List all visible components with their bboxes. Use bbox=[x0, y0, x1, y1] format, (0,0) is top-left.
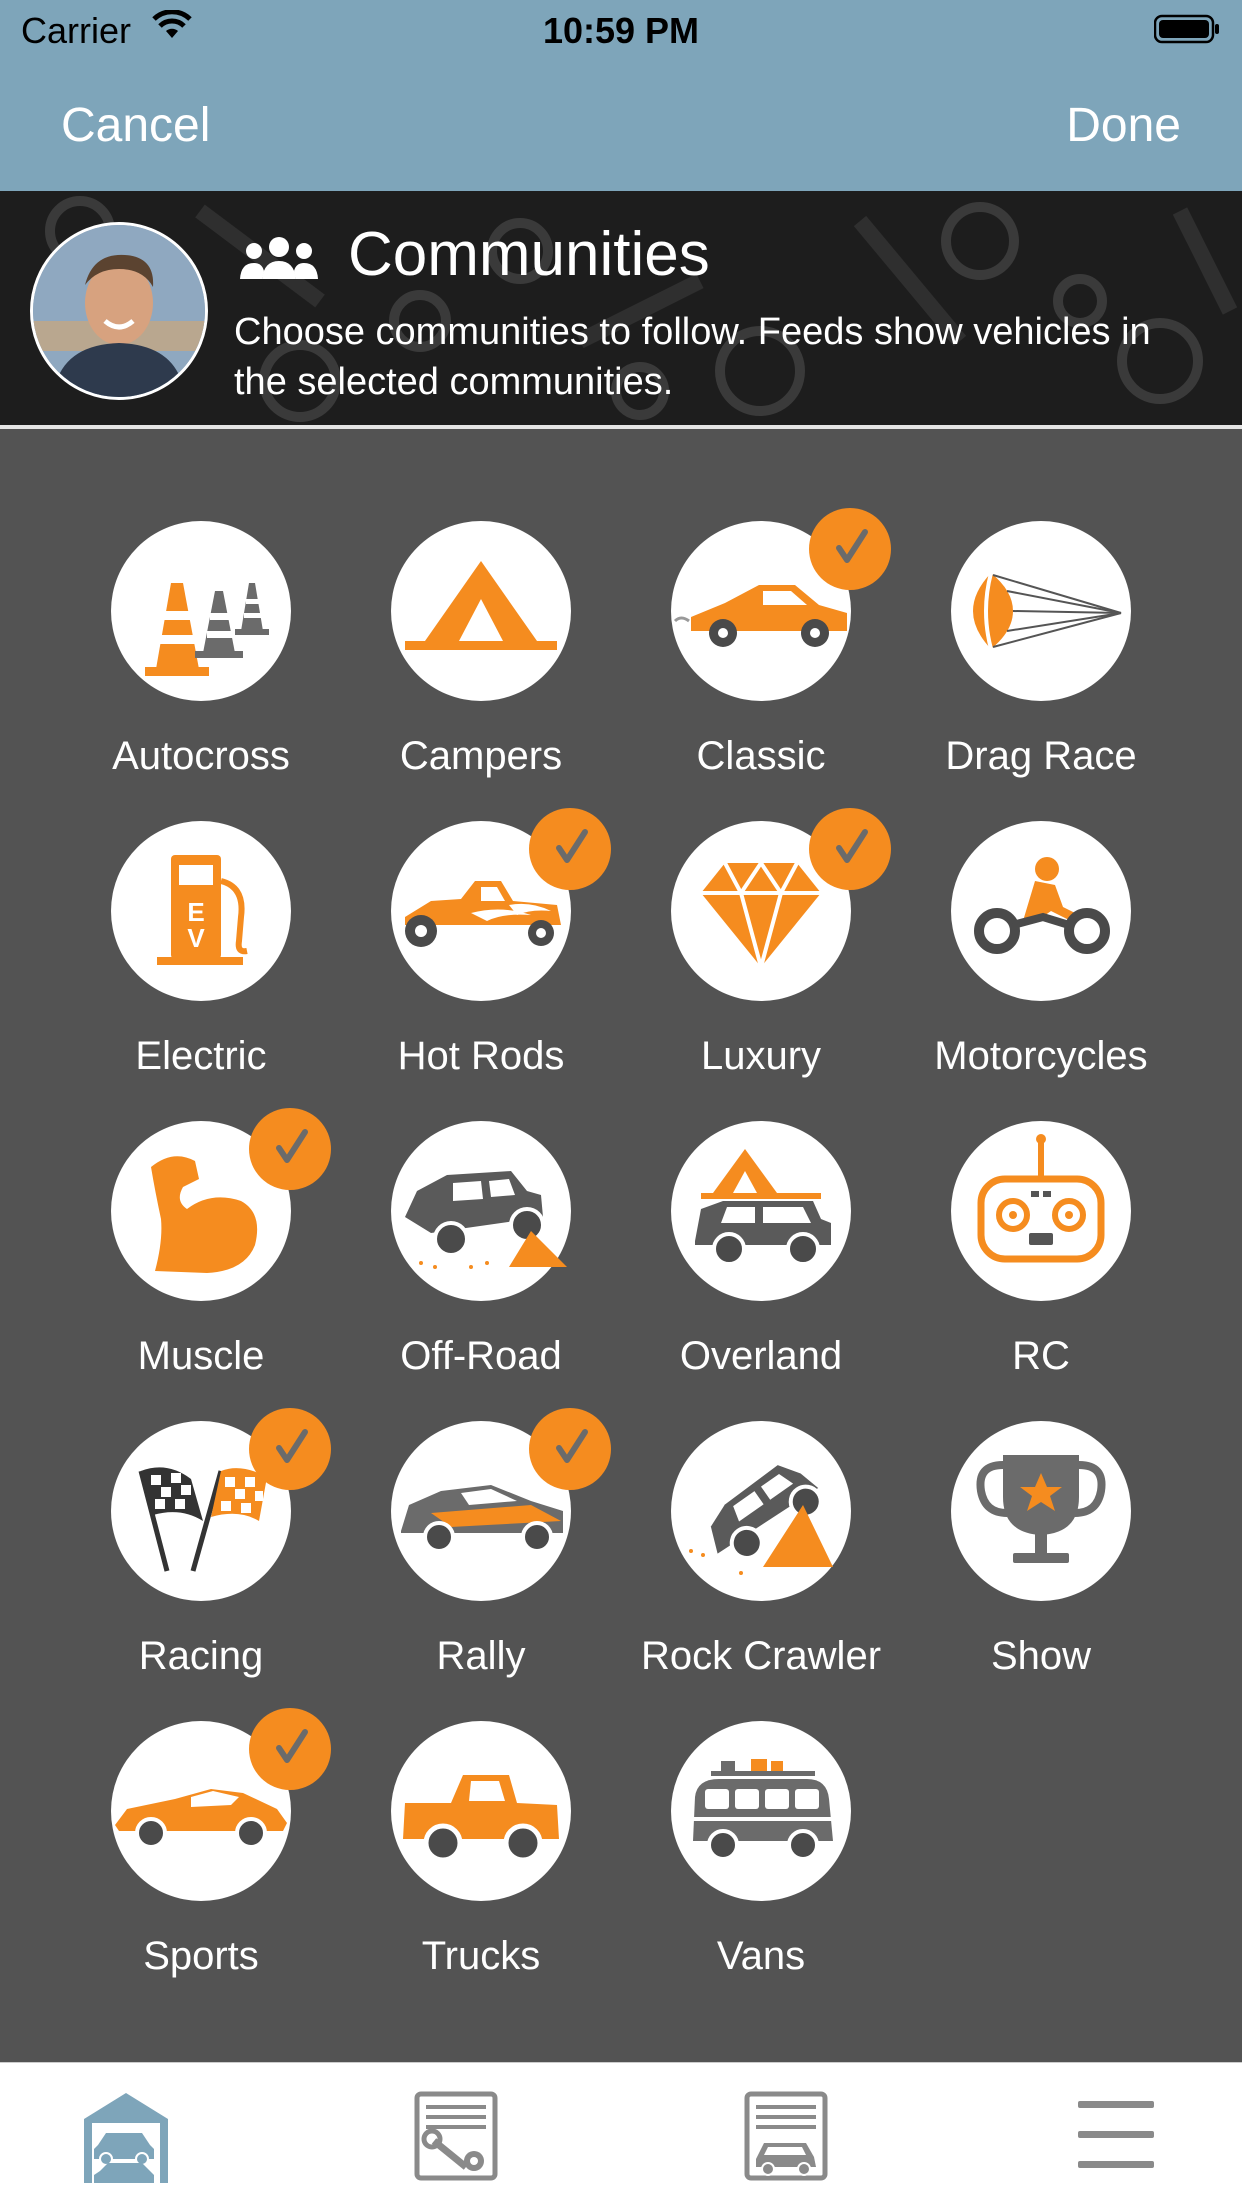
community-label: Sports bbox=[143, 1934, 259, 1978]
selected-check-icon bbox=[809, 808, 891, 890]
selected-check-icon bbox=[529, 808, 611, 890]
community-vans[interactable]: Vans bbox=[621, 1634, 901, 1978]
status-bar: Carrier 10:59 PM bbox=[0, 0, 1242, 62]
community-campers[interactable]: Campers bbox=[341, 434, 621, 778]
community-rc[interactable]: RC bbox=[901, 1034, 1181, 1378]
selected-check-icon bbox=[809, 508, 891, 590]
people-group-icon bbox=[240, 237, 318, 279]
camper-van-icon bbox=[693, 1759, 833, 1861]
garage-icon[interactable] bbox=[80, 2089, 172, 2183]
community-off-road[interactable]: Off-Road bbox=[341, 1034, 621, 1378]
pickup-truck-icon bbox=[403, 1775, 559, 1863]
community-classic[interactable]: Classic bbox=[621, 434, 901, 778]
selected-check-icon bbox=[249, 1408, 331, 1490]
selected-check-icon bbox=[249, 1108, 331, 1190]
traffic-cones-icon bbox=[145, 583, 269, 676]
roof-tent-jeep-icon bbox=[695, 1149, 831, 1266]
page-subtitle: Choose communities to follow. Feeds show… bbox=[234, 311, 1151, 403]
navigation-bar: Carrier 10:59 PM Cancel Done bbox=[0, 0, 1242, 191]
page-title: Communities bbox=[348, 220, 710, 289]
ev-charger-icon: E V bbox=[157, 855, 248, 965]
community-electric[interactable]: E V Electric bbox=[61, 734, 341, 1078]
community-trucks[interactable]: Trucks bbox=[341, 1634, 621, 1978]
battery-icon bbox=[1154, 14, 1219, 44]
rc-controller-icon bbox=[977, 1134, 1105, 1263]
community-show[interactable]: Show bbox=[901, 1334, 1181, 1678]
community-overland[interactable]: Overland bbox=[621, 1034, 901, 1378]
community-label: Show bbox=[990, 1634, 1092, 1678]
community-rally[interactable]: Rally bbox=[341, 1334, 621, 1678]
community-muscle[interactable]: Muscle bbox=[61, 1034, 341, 1378]
trophy-icon bbox=[976, 1455, 1106, 1563]
community-sports[interactable]: Sports bbox=[61, 1634, 341, 1978]
tab-bar bbox=[0, 2062, 1242, 2209]
svg-text:V: V bbox=[187, 923, 205, 953]
tent-icon bbox=[405, 561, 557, 650]
community-rock-crawler[interactable]: Rock Crawler bbox=[621, 1334, 901, 1678]
jeep-offroad-icon bbox=[405, 1171, 567, 1269]
service-records-icon[interactable] bbox=[414, 2091, 498, 2181]
community-label: Trucks bbox=[421, 1934, 541, 1978]
done-button[interactable]: Done bbox=[1066, 98, 1181, 153]
community-autocross[interactable]: Autocross bbox=[61, 434, 341, 778]
selected-check-icon bbox=[249, 1708, 331, 1790]
parachute-icon bbox=[973, 572, 1122, 650]
community-motorcycles[interactable]: Motorcycles bbox=[901, 734, 1181, 1078]
community-grid: Autocross Campers Classic Drag Race E V … bbox=[0, 434, 1242, 2062]
communities-header: Communities Choose communities to follow… bbox=[0, 191, 1242, 429]
community-racing[interactable]: Racing bbox=[61, 1334, 341, 1678]
community-drag-race[interactable]: Drag Race bbox=[901, 434, 1181, 778]
vehicle-listing-icon[interactable] bbox=[744, 2091, 828, 2181]
avatar[interactable] bbox=[30, 222, 208, 400]
community-hot-rods[interactable]: Hot Rods bbox=[341, 734, 621, 1078]
clock: 10:59 PM bbox=[542, 10, 700, 51]
rock-crawler-icon bbox=[689, 1465, 833, 1575]
selected-check-icon bbox=[529, 1408, 611, 1490]
menu-icon[interactable] bbox=[1078, 2099, 1154, 2171]
motorcycle-icon bbox=[974, 857, 1110, 954]
community-label: Vans bbox=[716, 1934, 806, 1978]
community-luxury[interactable]: Luxury bbox=[621, 734, 901, 1078]
cancel-button[interactable]: Cancel bbox=[61, 98, 210, 153]
